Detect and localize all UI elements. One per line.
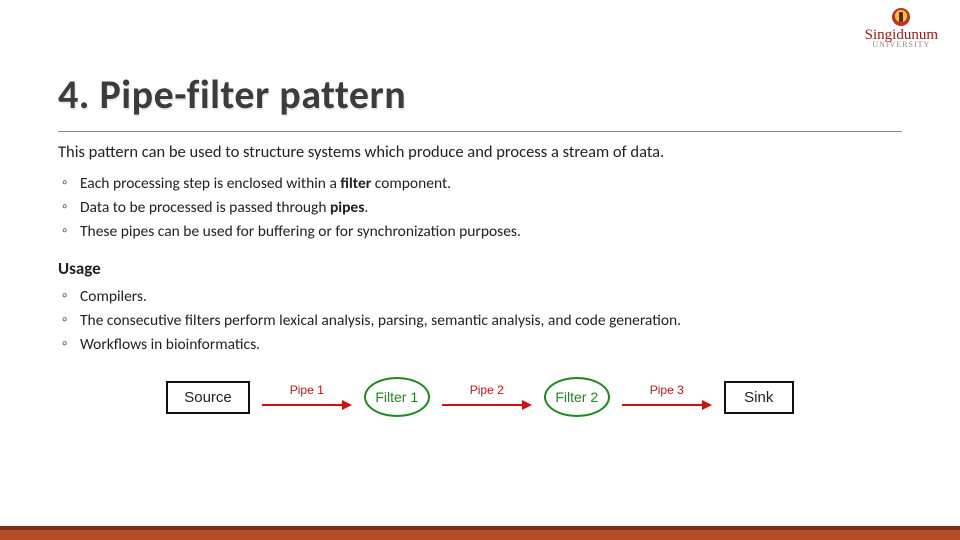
slide-title: 4. Pipe-filter pattern	[58, 70, 902, 119]
pipe-label: Pipe 1	[290, 383, 324, 397]
diagram-pipe-1: Pipe 1	[262, 383, 352, 411]
brand-logo: Singidunum UNIVERSITY	[865, 8, 938, 49]
list-item: Compilers.	[80, 285, 902, 309]
diagram-pipe-3: Pipe 3	[622, 383, 712, 411]
brand-subtitle: UNIVERSITY	[872, 40, 930, 49]
bullet-list-usage: Compilers. The consecutive filters perfo…	[58, 285, 902, 357]
pipe-label: Pipe 2	[470, 383, 504, 397]
bullet-list-primary: Each processing step is enclosed within …	[58, 172, 902, 244]
title-rule	[58, 131, 902, 132]
diagram-sink-box: Sink	[724, 381, 794, 414]
arrow-icon	[622, 399, 712, 411]
diagram-source-box: Source	[166, 381, 250, 414]
pipe-label: Pipe 3	[650, 383, 684, 397]
bold-term-pipes: pipes	[330, 198, 364, 217]
diagram-pipe-2: Pipe 2	[442, 383, 532, 411]
arrow-icon	[262, 399, 352, 411]
brand-logo-mark	[892, 8, 910, 26]
list-item: These pipes can be used for buffering or…	[80, 220, 902, 244]
list-item: The consecutive filters perform lexical …	[80, 309, 902, 333]
arrow-icon	[442, 399, 532, 411]
diagram-filter-1: Filter 1	[364, 377, 430, 417]
slide-body: 4. Pipe-filter pattern 4. Pipe-filter pa…	[0, 0, 960, 417]
list-item: Data to be processed is passed through p…	[80, 196, 902, 220]
diagram-filter-2: Filter 2	[544, 377, 610, 417]
usage-heading: Usage	[58, 258, 902, 279]
footer-accent-bar	[0, 526, 960, 540]
lead-text: This pattern can be used to structure sy…	[58, 142, 902, 162]
pipe-filter-diagram: Source Pipe 1 Filter 1 Pipe 2 Filter 2 P…	[58, 377, 902, 417]
list-item: Each processing step is enclosed within …	[80, 172, 902, 196]
list-item: Workflows in bioinformatics.	[80, 333, 902, 357]
bold-term-filter: filter	[340, 174, 371, 193]
